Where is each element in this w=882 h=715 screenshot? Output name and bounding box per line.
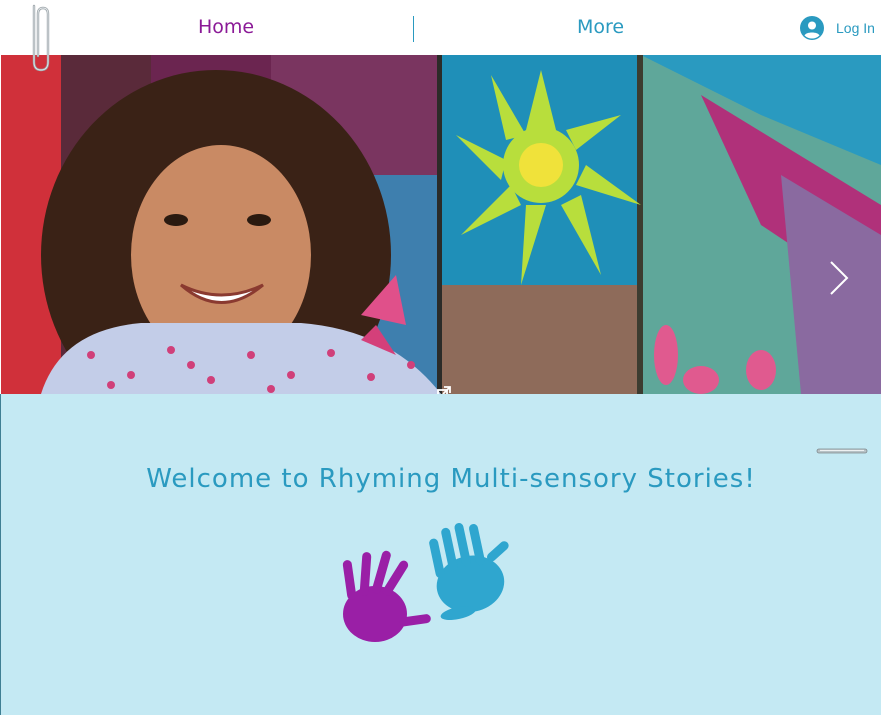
nav-more-link[interactable]: More: [577, 16, 624, 38]
paperclip-decoration: [32, 4, 50, 72]
pin-decoration: [816, 448, 868, 454]
welcome-section: Welcome to Rhyming Multi-sensory Stories…: [1, 394, 881, 715]
login-button[interactable]: Log In: [800, 14, 875, 42]
chevron-right-icon[interactable]: [825, 258, 851, 298]
site-header: Home More Log In: [0, 0, 882, 55]
welcome-title: Welcome to Rhyming Multi-sensory Stories…: [146, 464, 756, 494]
hero-image: [1, 55, 881, 394]
expand-icon[interactable]: [437, 386, 451, 394]
login-label: Log In: [836, 20, 875, 36]
hero-slideshow[interactable]: [1, 55, 881, 394]
nav-home-link[interactable]: Home: [198, 16, 254, 38]
handprints-image: [342, 522, 509, 642]
user-avatar-icon: [800, 16, 824, 40]
nav-divider: [413, 16, 414, 42]
